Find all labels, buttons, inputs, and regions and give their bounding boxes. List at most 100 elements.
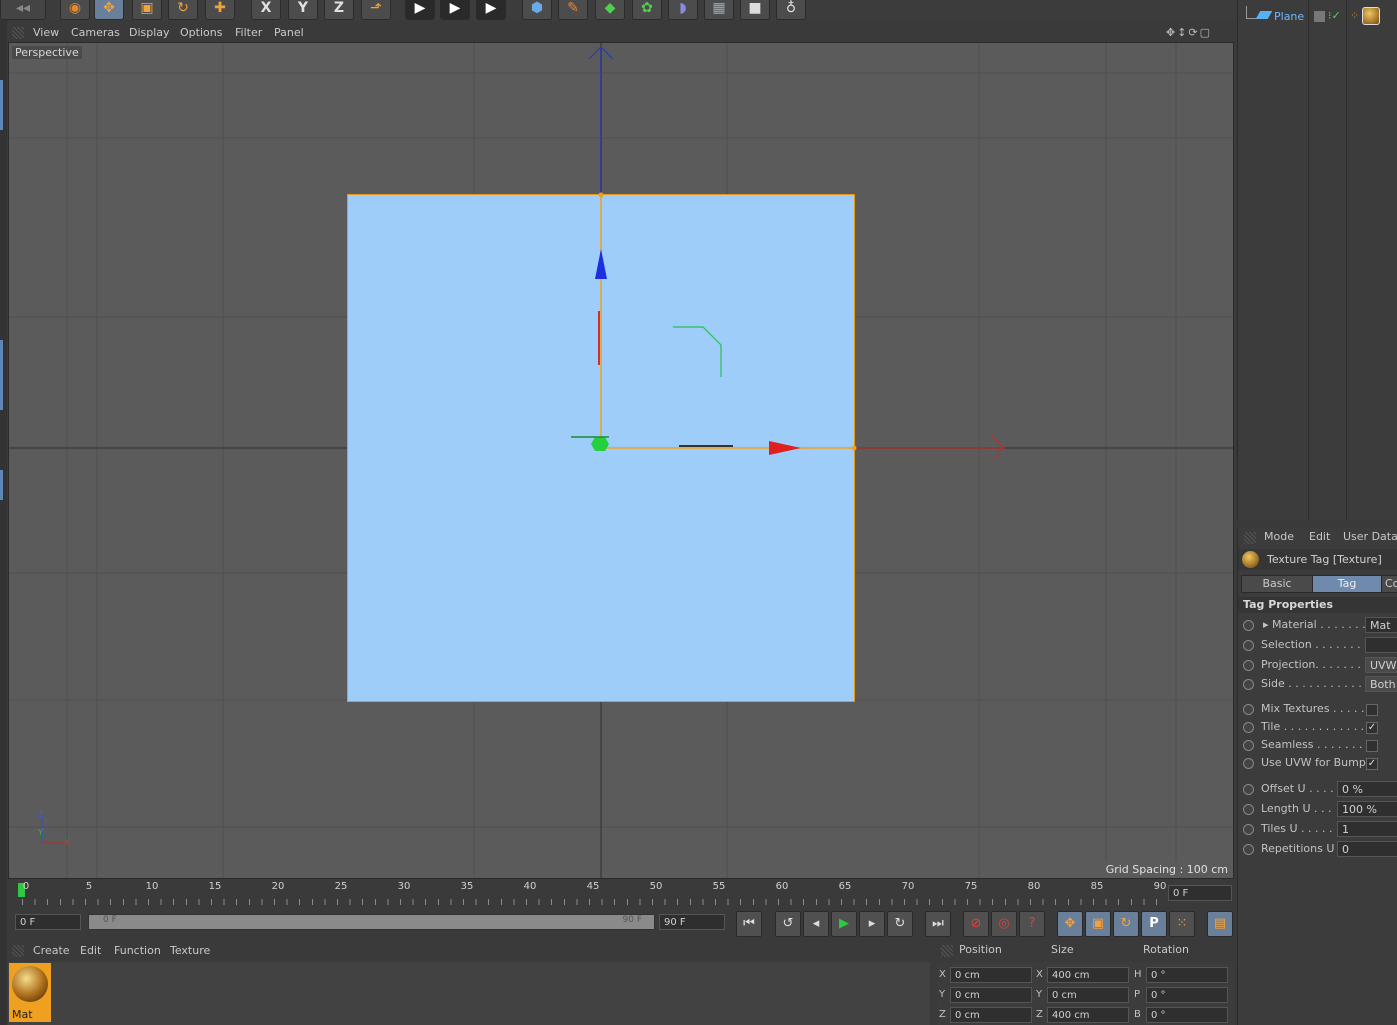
keyframe-radio-icon[interactable]	[1243, 704, 1254, 715]
subdivision-icon[interactable]: ◆	[595, 0, 625, 20]
size-y-field[interactable]: 0 cm	[1047, 987, 1129, 1003]
material-field[interactable]: Mat	[1365, 617, 1397, 633]
param-key-icon[interactable]: P	[1141, 911, 1167, 937]
render-settings-icon[interactable]: ▶	[476, 0, 506, 20]
keyframe-radio-icon[interactable]	[1243, 640, 1254, 651]
layer-icon[interactable]	[1314, 11, 1325, 22]
keyframe-radio-icon[interactable]	[1243, 784, 1254, 795]
material-swatch-mat[interactable]: Mat	[9, 963, 51, 1022]
use-uvw-bump-checkbox[interactable]: ✓	[1366, 758, 1378, 770]
projection-dropdown[interactable]: UVW	[1365, 657, 1397, 673]
start-frame-field[interactable]: 0 F	[15, 914, 81, 930]
floor-icon[interactable]: ▦	[704, 0, 734, 20]
attr-menu-userdata[interactable]: User Data	[1343, 530, 1397, 543]
y-axis-lock-icon[interactable]: Y	[288, 0, 318, 20]
seamless-checkbox[interactable]	[1366, 740, 1378, 752]
size-x-field[interactable]: 400 cm	[1047, 967, 1129, 983]
mat-menu-create[interactable]: Create	[33, 944, 70, 957]
menu-panel[interactable]: Panel	[274, 26, 304, 39]
select-arrow-icon[interactable]: ◉	[60, 0, 90, 20]
light-icon[interactable]: ♁	[776, 0, 806, 20]
play-icon[interactable]: ▶	[831, 911, 857, 937]
prop-side[interactable]: Side . . . . . . . . . . . . Both	[1241, 676, 1397, 694]
keyframe-radio-icon[interactable]	[1243, 844, 1254, 855]
menu-display[interactable]: Display	[129, 26, 170, 39]
menu-view[interactable]: View	[33, 26, 59, 39]
keyframe-radio-icon[interactable]	[1243, 660, 1254, 671]
move-icon[interactable]: ✥	[94, 0, 124, 20]
prop-selection[interactable]: Selection . . . . . . . .	[1241, 637, 1397, 655]
mat-menu-texture[interactable]: Texture	[170, 944, 210, 957]
attr-menu-mode[interactable]: Mode	[1264, 530, 1294, 543]
rotate-icon[interactable]: ↻	[168, 0, 198, 20]
tab-coordinates[interactable]: Co	[1381, 575, 1397, 593]
scale-key-icon[interactable]: ▣	[1085, 911, 1111, 937]
length-u-field[interactable]: 100 %	[1337, 801, 1397, 817]
prop-use-uvw-bump[interactable]: Use UVW for Bump ✓	[1241, 755, 1397, 773]
pen-icon[interactable]: ✎	[558, 0, 588, 20]
move-key-icon[interactable]: ✥	[1057, 911, 1083, 937]
go-end-icon[interactable]: ⏭	[925, 911, 951, 937]
menu-options[interactable]: Options	[180, 26, 222, 39]
prop-material[interactable]: ▸ Material . . . . . . . Mat	[1241, 617, 1397, 635]
timeline-ruler[interactable]: 0 5 10 15 20 25 30 35 40 45 50 55 60 65 70 75 80 85 90 0 F	[8, 879, 1233, 909]
prop-tiles-u[interactable]: Tiles U . . . . . 1	[1241, 821, 1397, 839]
tiles-u-field[interactable]: 1	[1337, 821, 1397, 837]
mat-menu-function[interactable]: Function	[114, 944, 161, 957]
attr-menu-edit[interactable]: Edit	[1309, 530, 1330, 543]
prop-seamless[interactable]: Seamless . . . . . . . .	[1241, 737, 1397, 755]
z-axis-lock-icon[interactable]: Z	[324, 0, 354, 20]
tab-tag[interactable]: Tag	[1312, 575, 1382, 593]
keyframe-radio-icon[interactable]	[1243, 804, 1254, 815]
next-key-icon[interactable]: ↻	[887, 911, 913, 937]
transform-gizmo[interactable]	[9, 43, 1233, 878]
camera-icon[interactable]: ■	[740, 0, 770, 20]
rotation-b-field[interactable]: 0 °	[1146, 1007, 1228, 1023]
position-y-field[interactable]: 0 cm	[950, 987, 1032, 1003]
menu-filter[interactable]: Filter	[235, 26, 262, 39]
keyframe-radio-icon[interactable]	[1243, 740, 1254, 751]
prev-key-icon[interactable]: ↺	[775, 911, 801, 937]
keyframe-radio-icon[interactable]	[1243, 679, 1254, 690]
selection-field[interactable]	[1365, 637, 1397, 653]
prop-mix-textures[interactable]: Mix Textures . . . . .	[1241, 701, 1397, 719]
viewport-nav-icons[interactable]: ✥↕⟳▢	[1166, 26, 1212, 39]
deformer-icon[interactable]: ◗	[668, 0, 698, 20]
add-icon[interactable]: ✚	[205, 0, 235, 20]
keyframe-radio-icon[interactable]	[1243, 722, 1254, 733]
render-view-icon[interactable]: ▶	[405, 0, 435, 20]
rotation-h-field[interactable]: 0 °	[1146, 967, 1228, 983]
size-z-field[interactable]: 400 cm	[1047, 1007, 1129, 1023]
scale-icon[interactable]: ▣	[132, 0, 162, 20]
prop-repetitions-u[interactable]: Repetitions U0	[1241, 841, 1397, 859]
keyframe-radio-icon[interactable]	[1243, 620, 1254, 631]
render-picture-viewer-icon[interactable]: ▶	[440, 0, 470, 20]
prop-length-u[interactable]: Length U . . . 100 %	[1241, 801, 1397, 819]
repetitions-u-field[interactable]: 0	[1337, 841, 1397, 857]
keyframe-radio-icon[interactable]	[1243, 758, 1254, 769]
texture-tag-icon[interactable]	[1362, 7, 1380, 25]
autokey-icon[interactable]: ◎	[991, 911, 1017, 937]
object-name-plane[interactable]: Plane	[1274, 10, 1304, 23]
pla-key-icon[interactable]: ⁙	[1169, 911, 1195, 937]
side-dropdown[interactable]: Both	[1365, 676, 1397, 692]
undo-icon[interactable]: ◂◂	[0, 0, 46, 20]
record-icon[interactable]: ⊘	[963, 911, 989, 937]
position-z-field[interactable]: 0 cm	[950, 1007, 1032, 1023]
rotation-p-field[interactable]: 0 °	[1146, 987, 1228, 1003]
next-frame-icon[interactable]: ▸	[859, 911, 885, 937]
current-frame-field[interactable]: 0 F	[1168, 885, 1232, 901]
offset-u-field[interactable]: 0 %	[1337, 781, 1397, 797]
mix-textures-checkbox[interactable]	[1366, 704, 1378, 716]
end-frame-field[interactable]: 90 F	[659, 914, 725, 930]
rotate-key-icon[interactable]: ↻	[1113, 911, 1139, 937]
go-start-icon[interactable]: ⏮	[736, 911, 762, 937]
position-x-field[interactable]: 0 cm	[950, 967, 1032, 983]
prop-projection[interactable]: Projection. . . . . . . UVW	[1241, 657, 1397, 675]
keyframe-radio-icon[interactable]	[1243, 824, 1254, 835]
world-coord-icon[interactable]: ⬏	[361, 0, 391, 20]
array-icon[interactable]: ✿	[632, 0, 662, 20]
tile-checkbox[interactable]: ✓	[1366, 722, 1378, 734]
keyframe-selection-icon[interactable]: ?	[1019, 911, 1045, 937]
perspective-viewport[interactable]: Perspective Z Y X Grid Spacing : 100 cm	[8, 42, 1234, 879]
